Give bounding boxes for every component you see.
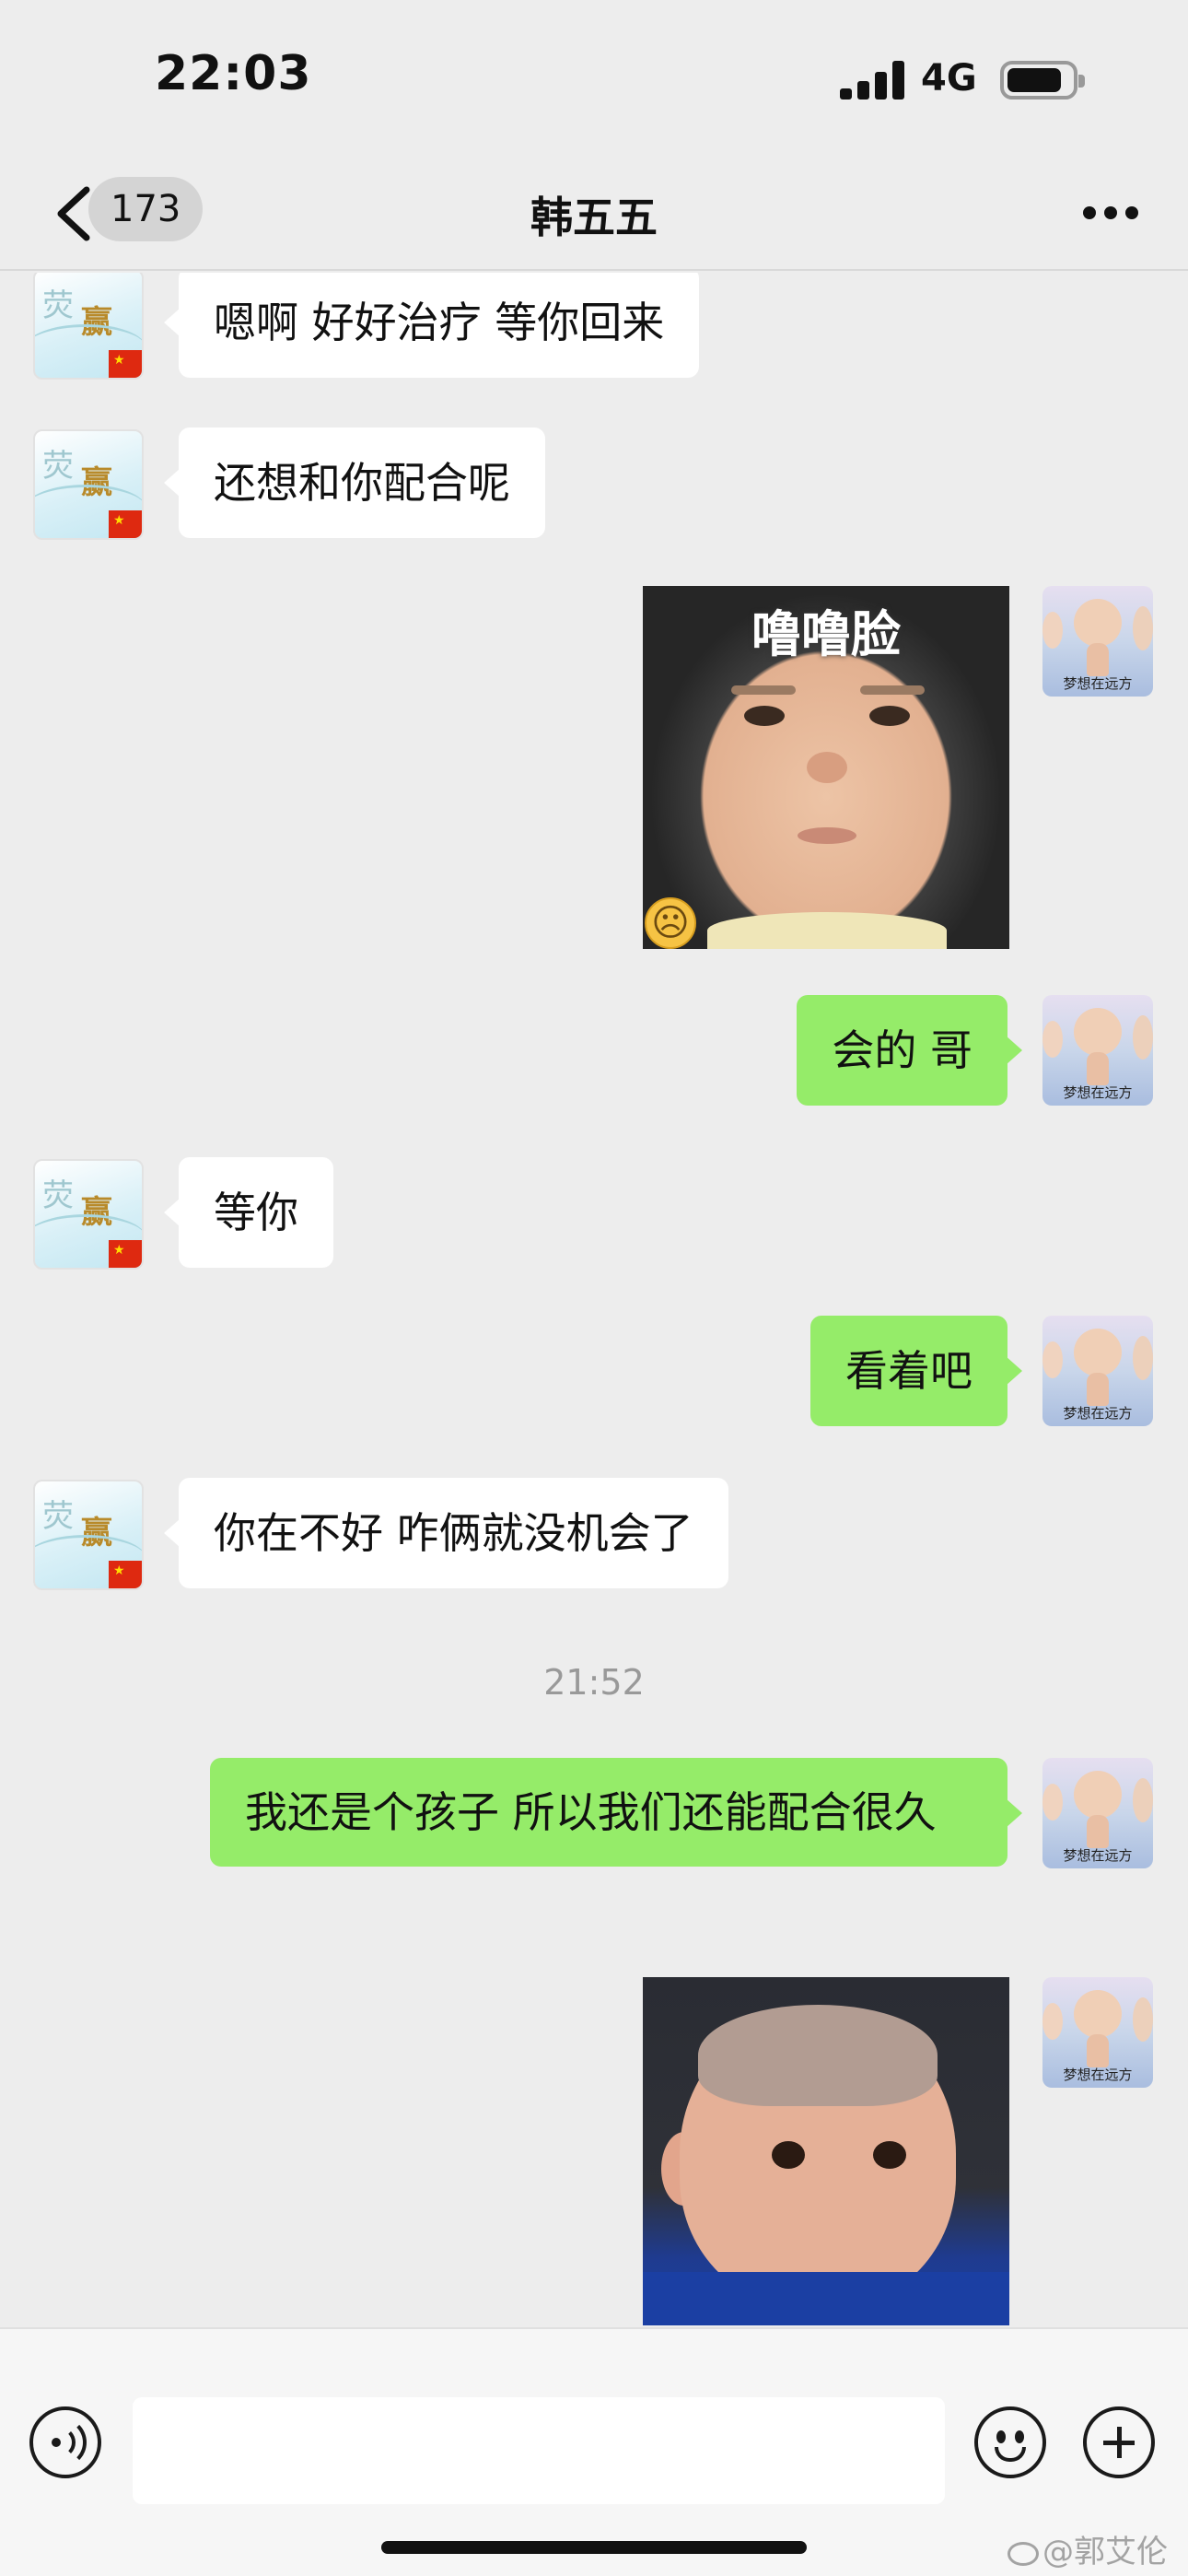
avatar[interactable]: 梦想在远方 xyxy=(1042,1758,1153,1868)
status-time: 22:03 xyxy=(155,46,312,101)
battery-icon xyxy=(1000,61,1085,100)
avatar[interactable]: 荧赢 ★ xyxy=(33,1159,144,1270)
watermark: @郭艾伦 xyxy=(1007,2526,1168,2571)
voice-icon[interactable] xyxy=(29,2406,101,2478)
flag-icon: ★ xyxy=(109,1240,142,1268)
message-bubble[interactable]: 等你 xyxy=(164,1157,333,1268)
message-input[interactable] xyxy=(133,2397,945,2504)
chat-title: 韩五五 xyxy=(530,193,658,242)
message-bubble[interactable]: 会的 哥 xyxy=(797,995,1022,1106)
chat-area[interactable]: 荧赢 ★ 嗯啊 好好治疗 等你回来 荧赢 ★ 还想和你配合呢 梦想在远方 噜噜脸… xyxy=(0,273,1188,2325)
sad-face-icon: ☹ xyxy=(645,897,696,949)
nav-bar: 173 韩五五 xyxy=(0,157,1188,271)
message-bubble[interactable]: 我还是个孩子 所以我们还能配合很久 xyxy=(210,1758,1022,1867)
flag-icon: ★ xyxy=(109,1561,142,1588)
avatar[interactable]: 梦想在远方 xyxy=(1042,995,1153,1106)
avatar[interactable]: 梦想在远方 xyxy=(1042,586,1153,697)
message-bubble[interactable]: 还想和你配合呢 xyxy=(164,427,545,538)
weibo-icon xyxy=(1007,2541,1039,2566)
message-bubble[interactable]: 看着吧 xyxy=(810,1316,1022,1426)
more-dots-icon[interactable] xyxy=(1083,206,1138,221)
status-bar: 22:03 4G xyxy=(0,0,1188,157)
avatar[interactable]: 梦想在远方 xyxy=(1042,1977,1153,2088)
emoji-icon[interactable] xyxy=(974,2406,1046,2478)
flag-icon: ★ xyxy=(109,350,142,378)
time-separator: 21:52 xyxy=(543,1662,645,1703)
sticker-image[interactable] xyxy=(643,1977,1009,2325)
flag-icon: ★ xyxy=(109,510,142,538)
home-indicator[interactable] xyxy=(381,2541,807,2554)
message-bubble[interactable]: 嗯啊 好好治疗 等你回来 xyxy=(163,273,700,378)
sticker-caption: 噜噜脸 xyxy=(751,605,901,663)
avatar[interactable]: 荧赢 ★ xyxy=(33,273,144,380)
signal-icon xyxy=(840,61,904,100)
message-bubble[interactable]: 你在不好 咋俩就没机会了 xyxy=(164,1478,728,1588)
avatar[interactable]: 荧赢 ★ xyxy=(33,429,144,540)
input-bar: @郭艾伦 xyxy=(0,2327,1188,2576)
plus-icon[interactable] xyxy=(1083,2406,1155,2478)
network-type: 4G xyxy=(921,57,977,100)
sticker-image[interactable]: 噜噜脸 ☹ xyxy=(643,586,1009,949)
avatar[interactable]: 荧赢 ★ xyxy=(33,1480,144,1590)
avatar[interactable]: 梦想在远方 xyxy=(1042,1316,1153,1426)
